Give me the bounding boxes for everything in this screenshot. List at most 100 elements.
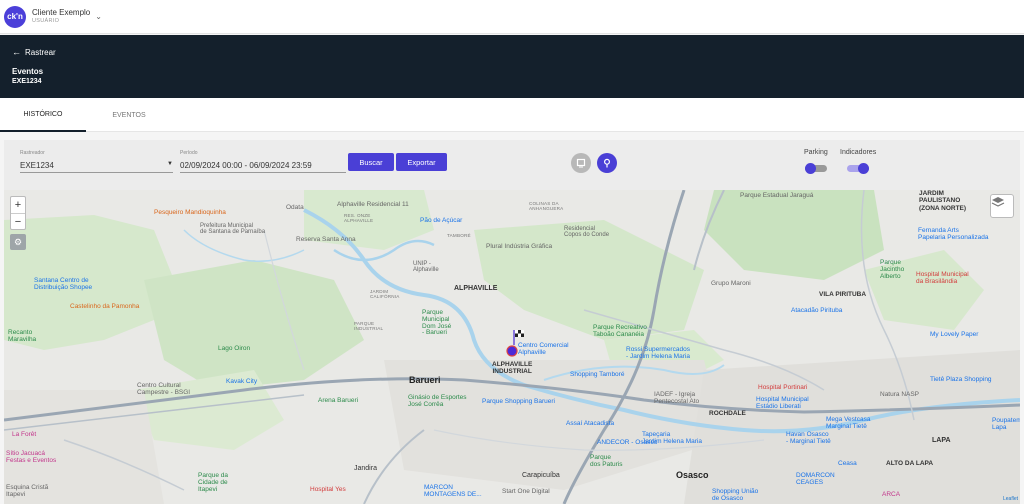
screen-icon (576, 158, 586, 168)
map-label: Hospital Portinari (758, 384, 808, 391)
zoom-control: + − (10, 196, 26, 230)
map-label: Kavak City (226, 378, 258, 385)
map-label: JARDIM CALIFÓRNIA (370, 289, 400, 299)
map-label: Poupatempo Lapa (992, 417, 1020, 431)
map-label: Pesqueiro Mandioquinha (154, 209, 226, 216)
pin-icon (603, 158, 611, 168)
indicators-toggle[interactable] (847, 163, 870, 174)
tab-eventos[interactable]: EVENTOS (86, 98, 172, 132)
map-label: Parque Municipal Dom José - Barueri (422, 309, 452, 337)
map-label: Ceasa (838, 460, 857, 467)
map-label: Esquina Cristã Itapevi (6, 484, 49, 498)
map-label: PARQUE INDUSTRIAL (354, 321, 384, 331)
period-value: 02/09/2024 00:00 - 06/09/2024 23:59 (180, 161, 312, 170)
map-label: Pão de Açúcar (420, 217, 463, 224)
parking-label: Parking (804, 149, 828, 156)
map-label: Parque Recreativo Taboão Cananéia (593, 324, 647, 338)
map-label: Castelinho da Pamonha (70, 303, 140, 310)
period-label: Período (180, 150, 198, 156)
tracker-label: Rastreador (20, 150, 45, 156)
tab-bar: HISTÓRICO EVENTOS (0, 98, 1024, 132)
map-label: ALPHAVILLE INDUSTRIAL (492, 361, 533, 375)
map-label: Prefeitura Municipal de Santana de Parna… (200, 223, 266, 236)
map-label: Barueri (409, 375, 441, 385)
map-label: Grupo Maroni (711, 280, 751, 287)
map-label: Centro Cultural Campestre - BSGI (137, 382, 191, 396)
layers-icon (991, 197, 1005, 207)
map-label: Ginásio de Esportes José Corrêa (408, 394, 467, 408)
export-button[interactable]: Exportar (396, 153, 447, 171)
map-label: IADEF - Igreja Pentecostal Ato (654, 391, 700, 405)
map-label: Parque Jacintho Alberto (880, 259, 905, 280)
map-label: Atacadão Pirituba (791, 307, 843, 314)
page-subtitle: EXE1234 (12, 78, 42, 85)
map-attribution[interactable]: Leaflet (1003, 496, 1018, 502)
gear-icon[interactable]: ⚙ (10, 234, 26, 250)
map-label: Natura NASP (880, 391, 920, 398)
map-label: Start One Digital (502, 488, 550, 495)
caret-down-icon: ▼ (167, 161, 173, 167)
tracker-select[interactable]: Rastreador EXE1234 ▼ (20, 150, 173, 173)
map-label: Hospital Municipal Estádio Liberati (756, 396, 809, 410)
map-label: Fernanda Arts Papelaria Personalizada (918, 227, 989, 241)
map-label: Arena Barueri (318, 397, 359, 404)
client-switcher[interactable]: Cliente Exemplo USUÁRIO (32, 7, 91, 25)
map-label: Parque dos Paturis (590, 454, 623, 468)
indicators-label: Indicadores (840, 149, 877, 156)
arrow-left-icon: ← (12, 47, 21, 57)
map-label: Tietê Plaza Shopping (930, 376, 992, 383)
map-label: Lago Oiron (218, 345, 251, 352)
layers-button[interactable] (990, 194, 1014, 218)
client-name: Cliente Exemplo (32, 7, 91, 17)
map-label: ALTO DA LAPA (886, 460, 934, 467)
map-label: Carapicuíba (522, 472, 560, 479)
map-label: My Lovely Paper (930, 331, 979, 338)
map-label: Reserva Santa Anna (296, 236, 356, 243)
map-label: ARCA (882, 491, 901, 498)
map-label: Hospital Yes (310, 486, 346, 493)
page-title: Eventos (12, 67, 44, 76)
map-label: LAPA (932, 437, 951, 444)
map-label: DOMARCON CEAGES (796, 472, 835, 486)
map-label: Havan Osasco - Marginal Tietê (786, 431, 831, 445)
app-logo[interactable]: ck'n (4, 5, 26, 28)
map-label: Odata (286, 204, 304, 211)
map-canvas (4, 190, 1020, 504)
zoom-in-button[interactable]: + (11, 197, 25, 213)
map-label: Parque da Cidade de Itapevi (198, 472, 228, 493)
map-label: Recanto Maravilha (8, 329, 37, 343)
tab-historico[interactable]: HISTÓRICO (0, 98, 86, 132)
period-field[interactable]: Período 02/09/2024 00:00 - 06/09/2024 23… (180, 150, 346, 173)
indicators-toggle-group: Indicadores (840, 149, 877, 174)
map-label: MARCON MONTAGENS DE... (424, 484, 482, 498)
map-label: Centro Comercial Alphaville (518, 342, 569, 356)
zoom-out-button[interactable]: − (11, 213, 25, 229)
map-view-button[interactable] (571, 153, 591, 173)
parking-toggle-group: Parking (804, 149, 828, 174)
search-button[interactable]: Buscar (348, 153, 394, 171)
location-button[interactable] (597, 153, 617, 173)
map-label: ALPHAVILLE (454, 285, 498, 292)
map-label: Assaí Atacadista (566, 420, 615, 427)
map-label: Shopping União de Osasco (712, 488, 759, 502)
back-label: Rastrear (25, 47, 56, 57)
map-label: Tapeçaria Jardim Helena Maria (642, 431, 702, 445)
map-label: Parque Shopping Barueri (482, 398, 555, 405)
map-label: La Forêt (12, 431, 37, 438)
page-header: ← Rastrear Eventos EXE1234 (0, 35, 1024, 98)
chevron-down-icon[interactable]: ⌄ (95, 12, 102, 21)
back-link[interactable]: ← Rastrear (12, 47, 1012, 57)
map[interactable]: Pesqueiro Mandioquinha Prefeitura Munici… (4, 190, 1020, 504)
map-label: Hospital Municipal da Brasilândia (916, 271, 969, 285)
map-label: Plural Indústria Gráfica (486, 243, 553, 250)
map-label: Residencial Copos do Conde (564, 226, 610, 239)
map-label: Osasco (676, 470, 709, 480)
parking-toggle[interactable] (804, 163, 827, 174)
map-label: UNIP - Alphaville (413, 261, 439, 274)
map-label: Alphaville Residencial 11 (337, 201, 409, 208)
map-label: ROCHDALE (709, 410, 746, 417)
filters-bar: Rastreador EXE1234 ▼ Período 02/09/2024 0… (4, 140, 1020, 190)
client-role: USUÁRIO (32, 17, 60, 24)
map-label: Jandira (354, 465, 377, 472)
map-label: RES. ONZE ALPHAVILLE (344, 213, 374, 223)
